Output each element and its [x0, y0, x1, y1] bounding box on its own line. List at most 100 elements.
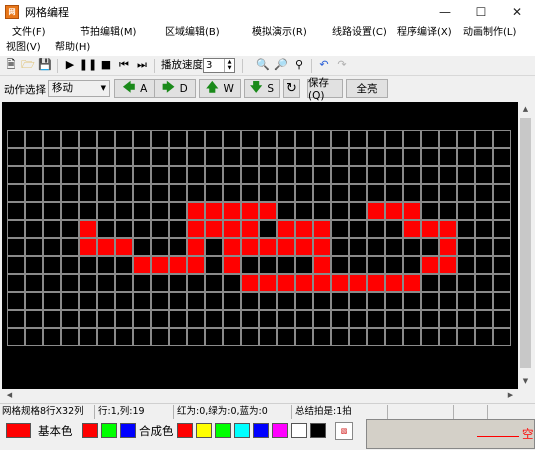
- led-cell[interactable]: [79, 256, 97, 274]
- mixed-color-swatch[interactable]: [196, 423, 212, 438]
- led-cell[interactable]: [169, 184, 187, 202]
- led-cell[interactable]: [151, 130, 169, 148]
- led-cell-lit[interactable]: [439, 220, 457, 238]
- led-cell-lit[interactable]: [313, 256, 331, 274]
- led-cell[interactable]: [61, 310, 79, 328]
- led-cell[interactable]: [385, 328, 403, 346]
- led-cell[interactable]: [61, 166, 79, 184]
- led-cell-lit[interactable]: [187, 256, 205, 274]
- led-cell[interactable]: [421, 328, 439, 346]
- menu-animation[interactable]: 动画制作(L): [463, 26, 516, 40]
- led-cell[interactable]: [133, 292, 151, 310]
- led-cell-lit[interactable]: [205, 220, 223, 238]
- led-cell[interactable]: [259, 328, 277, 346]
- led-cell[interactable]: [313, 328, 331, 346]
- led-cell[interactable]: [43, 148, 61, 166]
- menu-simulate[interactable]: 模拟演示(R): [252, 26, 307, 40]
- led-cell[interactable]: [475, 130, 493, 148]
- led-cell[interactable]: [493, 130, 511, 148]
- led-cell[interactable]: [295, 328, 313, 346]
- led-cell[interactable]: [133, 184, 151, 202]
- led-cell[interactable]: [79, 166, 97, 184]
- led-cell[interactable]: [277, 148, 295, 166]
- led-cell[interactable]: [169, 328, 187, 346]
- led-cell[interactable]: [79, 310, 97, 328]
- mixed-color-swatch[interactable]: [215, 423, 231, 438]
- led-cell[interactable]: [151, 184, 169, 202]
- led-cell-lit[interactable]: [313, 274, 331, 292]
- led-cell[interactable]: [115, 310, 133, 328]
- led-cell-lit[interactable]: [97, 238, 115, 256]
- led-cell[interactable]: [241, 310, 259, 328]
- led-cell[interactable]: [367, 220, 385, 238]
- move-left-button[interactable]: 🡄 A: [114, 79, 156, 98]
- skip-back-icon[interactable]: ⏮: [117, 58, 131, 72]
- led-cell[interactable]: [241, 256, 259, 274]
- led-cell[interactable]: [79, 274, 97, 292]
- save-button[interactable]: 保存(Q): [307, 77, 343, 102]
- led-cell[interactable]: [61, 148, 79, 166]
- led-cell[interactable]: [79, 328, 97, 346]
- led-cell[interactable]: [475, 220, 493, 238]
- led-cell[interactable]: [7, 202, 25, 220]
- led-cell-lit[interactable]: [439, 256, 457, 274]
- save-disk-icon[interactable]: 💾: [38, 58, 52, 72]
- led-cell[interactable]: [7, 166, 25, 184]
- led-cell[interactable]: [97, 148, 115, 166]
- led-cell[interactable]: [25, 256, 43, 274]
- led-cell-lit[interactable]: [133, 256, 151, 274]
- led-cell[interactable]: [7, 148, 25, 166]
- led-cell[interactable]: [259, 130, 277, 148]
- led-cell[interactable]: [439, 166, 457, 184]
- led-cell-lit[interactable]: [115, 238, 133, 256]
- led-cell[interactable]: [385, 238, 403, 256]
- led-cell-lit[interactable]: [205, 202, 223, 220]
- led-cell[interactable]: [241, 166, 259, 184]
- led-cell[interactable]: [97, 310, 115, 328]
- led-cell[interactable]: [367, 238, 385, 256]
- led-cell[interactable]: [475, 256, 493, 274]
- led-cell[interactable]: [367, 184, 385, 202]
- led-cell-lit[interactable]: [277, 274, 295, 292]
- led-cell-lit[interactable]: [367, 202, 385, 220]
- led-cell[interactable]: [169, 238, 187, 256]
- led-cell[interactable]: [115, 292, 133, 310]
- led-cell[interactable]: [331, 148, 349, 166]
- led-cell[interactable]: [439, 148, 457, 166]
- led-cell[interactable]: [151, 274, 169, 292]
- led-cell-lit[interactable]: [295, 274, 313, 292]
- led-cell[interactable]: [403, 148, 421, 166]
- led-cell[interactable]: [277, 202, 295, 220]
- zoom-in-icon[interactable]: 🔍: [256, 58, 270, 72]
- led-cell[interactable]: [331, 220, 349, 238]
- led-cell[interactable]: [259, 256, 277, 274]
- led-cell-lit[interactable]: [385, 202, 403, 220]
- led-cell[interactable]: [25, 130, 43, 148]
- led-cell[interactable]: [25, 292, 43, 310]
- led-cell[interactable]: [205, 328, 223, 346]
- led-cell-lit[interactable]: [241, 220, 259, 238]
- led-cell[interactable]: [349, 310, 367, 328]
- led-cell[interactable]: [79, 148, 97, 166]
- led-cell-lit[interactable]: [169, 256, 187, 274]
- led-cell[interactable]: [61, 184, 79, 202]
- led-cell[interactable]: [421, 238, 439, 256]
- led-cell[interactable]: [61, 256, 79, 274]
- led-cell[interactable]: [61, 202, 79, 220]
- led-cell[interactable]: [493, 328, 511, 346]
- led-cell-lit[interactable]: [241, 202, 259, 220]
- led-cell[interactable]: [259, 148, 277, 166]
- led-cell[interactable]: [259, 220, 277, 238]
- led-cell[interactable]: [7, 274, 25, 292]
- led-cell[interactable]: [25, 148, 43, 166]
- move-down-button[interactable]: 🡇 S: [244, 79, 280, 98]
- led-cell[interactable]: [367, 148, 385, 166]
- led-cell[interactable]: [97, 202, 115, 220]
- led-cell[interactable]: [97, 220, 115, 238]
- skip-forward-icon[interactable]: ⏭: [135, 58, 149, 72]
- led-cell[interactable]: [61, 238, 79, 256]
- led-cell[interactable]: [331, 328, 349, 346]
- led-cell[interactable]: [241, 184, 259, 202]
- led-cell[interactable]: [457, 130, 475, 148]
- current-color-swatch[interactable]: [6, 423, 31, 438]
